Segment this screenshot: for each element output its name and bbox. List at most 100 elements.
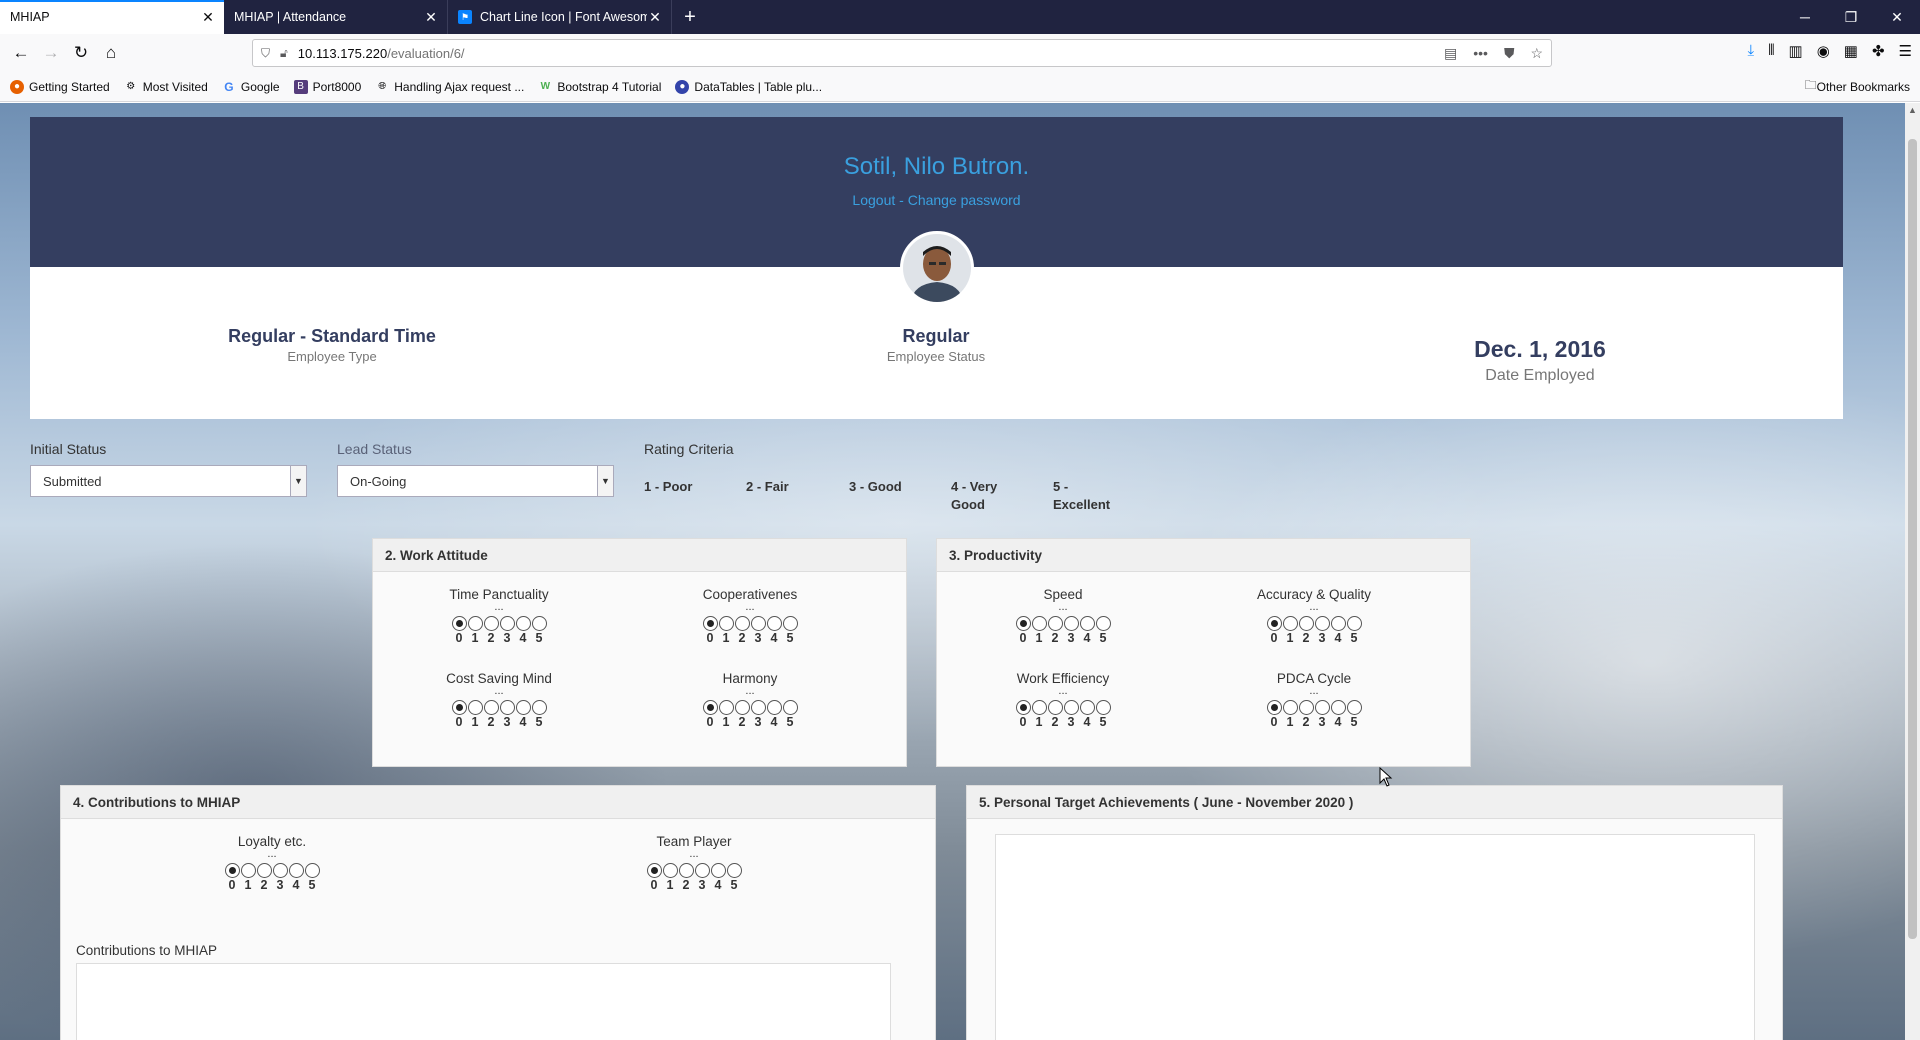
rating-radio[interactable] — [1015, 616, 1031, 631]
rating-radio[interactable] — [678, 863, 694, 878]
account-icon[interactable]: ◉ — [1817, 42, 1830, 60]
rating-radio[interactable] — [240, 863, 256, 878]
rating-radio[interactable] — [1298, 700, 1314, 715]
rating-radio[interactable] — [750, 616, 766, 631]
more-actions-icon[interactable]: ••• — [1473, 45, 1488, 62]
rating-radio[interactable] — [451, 616, 467, 631]
tab-attendance[interactable]: MHIAP | Attendance ✕ — [224, 0, 448, 34]
scrollbar-thumb[interactable] — [1908, 139, 1917, 939]
rating-radio[interactable] — [734, 700, 750, 715]
bookmark-handling-ajax[interactable]: 🌐︎ Handling Ajax request ... — [375, 80, 524, 94]
rating-radio[interactable] — [531, 700, 547, 715]
rating-radio[interactable] — [1298, 616, 1314, 631]
rating-radio[interactable] — [499, 616, 515, 631]
bookmark-most-visited[interactable]: ⚙ Most Visited — [124, 80, 208, 94]
sidebar-icon[interactable]: ▥ — [1789, 42, 1803, 60]
change-password-link[interactable]: Change password — [908, 192, 1021, 208]
close-icon[interactable]: ✕ — [423, 9, 439, 26]
rating-radio[interactable] — [451, 700, 467, 715]
download-icon[interactable]: ⤓ — [1748, 42, 1755, 60]
rating-radio[interactable] — [718, 700, 734, 715]
logout-link[interactable]: Logout — [852, 192, 895, 208]
url-bar[interactable]: ⛉ 🔓︎ 10.113.175.220/evaluation/6/ ▤ ••• … — [252, 39, 1552, 67]
reader-view-icon[interactable]: ▤ — [1444, 45, 1457, 62]
rating-radio[interactable] — [515, 616, 531, 631]
rating-radio[interactable] — [531, 616, 547, 631]
scroll-up-icon[interactable]: ▲ — [1905, 105, 1920, 115]
rating-radio[interactable] — [1063, 616, 1079, 631]
rating-radio[interactable] — [734, 616, 750, 631]
minimize-icon[interactable]: ─ — [1782, 0, 1828, 34]
rating-radio[interactable] — [646, 863, 662, 878]
rating-radio[interactable] — [515, 700, 531, 715]
rating-radio[interactable] — [750, 700, 766, 715]
rating-radio[interactable] — [1047, 616, 1063, 631]
rating-radio[interactable] — [1314, 616, 1330, 631]
tab-chart-line-icon[interactable]: ⚑ Chart Line Icon | Font Awesom ✕ — [448, 0, 672, 34]
restore-icon[interactable]: ❐ — [1828, 0, 1874, 34]
bookmark-google[interactable]: G Google — [222, 80, 279, 94]
bookmark-getting-started[interactable]: ● Getting Started — [10, 79, 110, 94]
initial-status-select[interactable]: Submitted ▼ — [30, 465, 307, 497]
home-icon[interactable]: ⌂ — [96, 38, 126, 68]
rating-radio[interactable] — [288, 863, 304, 878]
rating-radio[interactable] — [766, 616, 782, 631]
bookmark-star-icon[interactable]: ☆ — [1530, 45, 1543, 62]
rating-radio[interactable] — [1031, 700, 1047, 715]
rating-radio[interactable] — [1282, 616, 1298, 631]
rating-radio[interactable] — [710, 863, 726, 878]
lead-status-select[interactable]: On-Going ▼ — [337, 465, 614, 497]
rating-radio[interactable] — [694, 863, 710, 878]
bookmark-bootstrap-tutorial[interactable]: W Bootstrap 4 Tutorial — [538, 80, 662, 94]
close-icon[interactable]: ✕ — [200, 9, 216, 26]
extension-icon[interactable]: ▦ — [1844, 42, 1858, 60]
back-icon[interactable]: ← — [6, 38, 36, 68]
rating-radio[interactable] — [304, 863, 320, 878]
rating-radio[interactable] — [1346, 700, 1362, 715]
rating-radio[interactable] — [1095, 700, 1111, 715]
rating-radio[interactable] — [467, 700, 483, 715]
bookmark-datatables[interactable]: ● DataTables | Table plu... — [675, 79, 822, 94]
rating-radio[interactable] — [1047, 700, 1063, 715]
rating-radio[interactable] — [1079, 616, 1095, 631]
rating-radio[interactable] — [662, 863, 678, 878]
rating-radio[interactable] — [1266, 616, 1282, 631]
rating-radio[interactable] — [1015, 700, 1031, 715]
rating-radio[interactable] — [782, 616, 798, 631]
rating-radio[interactable] — [224, 863, 240, 878]
page-scrollbar[interactable]: ▲ — [1905, 103, 1920, 1040]
rating-radio[interactable] — [718, 616, 734, 631]
rating-radio[interactable] — [702, 700, 718, 715]
rating-radio[interactable] — [483, 700, 499, 715]
extensions-puzzle-icon[interactable]: ✤ — [1872, 42, 1885, 60]
new-tab-button[interactable]: + — [672, 0, 708, 34]
menu-icon[interactable]: ☰ — [1899, 42, 1912, 60]
rating-radio[interactable] — [782, 700, 798, 715]
pocket-icon[interactable]: ⛊ — [1504, 45, 1515, 62]
bookmark-port8000[interactable]: B Port8000 — [293, 79, 361, 94]
rating-radio[interactable] — [1095, 616, 1111, 631]
insecure-lock-icon[interactable]: 🔓︎ — [280, 46, 288, 61]
rating-radio[interactable] — [1330, 616, 1346, 631]
tab-mhiap[interactable]: MHIAP ✕ — [0, 0, 224, 34]
personal-target-textarea[interactable] — [995, 834, 1755, 1040]
rating-radio[interactable] — [483, 616, 499, 631]
reload-icon[interactable]: ↻ — [66, 38, 96, 68]
rating-radio[interactable] — [1330, 700, 1346, 715]
forward-icon[interactable]: → — [36, 38, 66, 68]
rating-radio[interactable] — [499, 700, 515, 715]
close-window-icon[interactable]: ✕ — [1874, 0, 1920, 34]
close-icon[interactable]: ✕ — [647, 9, 663, 26]
rating-radio[interactable] — [726, 863, 742, 878]
library-icon[interactable]: ⫴ — [1768, 42, 1774, 60]
rating-radio[interactable] — [272, 863, 288, 878]
rating-radio[interactable] — [766, 700, 782, 715]
rating-radio[interactable] — [256, 863, 272, 878]
rating-radio[interactable] — [1346, 616, 1362, 631]
rating-radio[interactable] — [1282, 700, 1298, 715]
rating-radio[interactable] — [1266, 700, 1282, 715]
rating-radio[interactable] — [1079, 700, 1095, 715]
contributions-textarea[interactable] — [76, 963, 891, 1040]
shield-icon[interactable]: ⛉ — [261, 46, 270, 61]
other-bookmarks[interactable]: 🗀︎ Other Bookmarks — [1805, 76, 1910, 97]
